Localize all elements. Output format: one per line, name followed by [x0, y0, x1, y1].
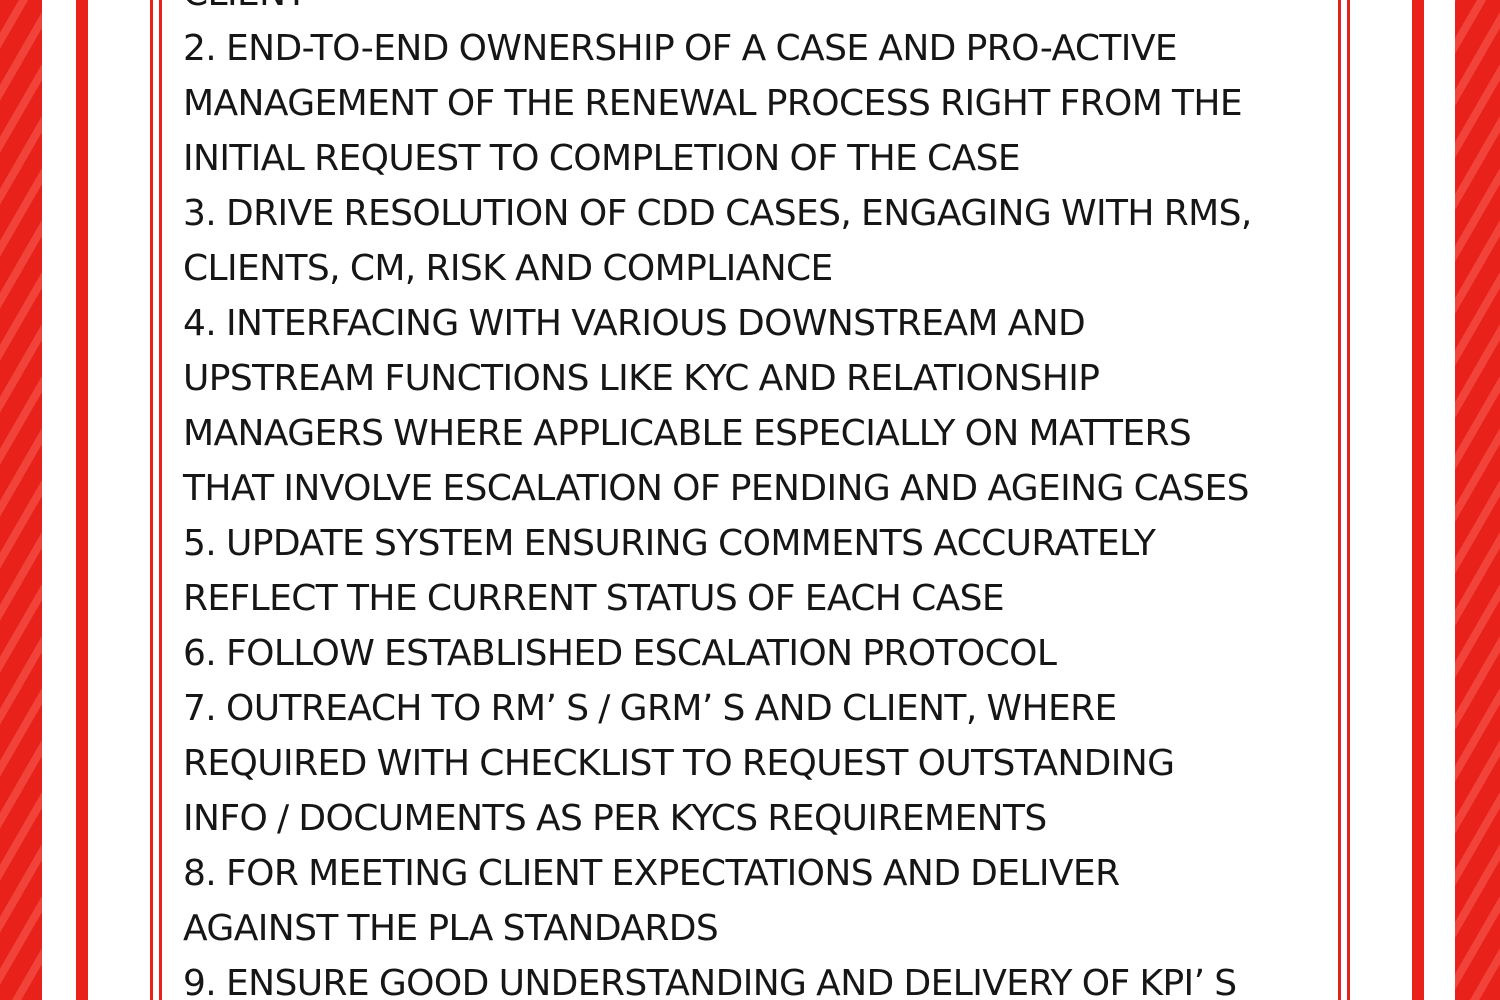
right-thin-border-line: [1338, 0, 1341, 1000]
left-thin-border-line: [159, 0, 162, 1000]
responsibilities-list: CLIENT 2. END-TO-END OWNERSHIP OF A CASE…: [183, 0, 1333, 1000]
text-line: CLIENT: [183, 0, 1333, 21]
text-line: REQUIRED WITH CHECKLIST TO REQUEST OUTST…: [183, 743, 1175, 784]
left-thick-border-line: [76, 0, 88, 1000]
text-line: REFLECT THE CURRENT STATUS OF EACH CASE: [183, 578, 1005, 619]
right-thick-border-line: [1412, 0, 1424, 1000]
text-line: CLIENTS, CM, RISK AND COMPLIANCE: [183, 248, 833, 289]
left-striped-border: [0, 0, 42, 1000]
text-line: AGAINST THE PLA STANDARDS: [183, 908, 719, 949]
text-line: INFO / DOCUMENTS AS PER KYCS REQUIREMENT…: [183, 798, 1047, 839]
text-line: UPSTREAM FUNCTIONS LIKE KYC AND RELATION…: [183, 358, 1100, 399]
right-thin-border-line: [1347, 0, 1350, 1000]
text-line: INITIAL REQUEST TO COMPLETION OF THE CAS…: [183, 138, 1021, 179]
text-line: THAT INVOLVE ESCALATION OF PENDING AND A…: [183, 468, 1249, 509]
text-line: MANAGERS WHERE APPLICABLE ESPECIALLY ON …: [183, 413, 1192, 454]
text-line: 3. DRIVE RESOLUTION OF CDD CASES, ENGAGI…: [183, 193, 1252, 234]
document-page: CLIENT 2. END-TO-END OWNERSHIP OF A CASE…: [0, 0, 1500, 1000]
text-line: 6. FOLLOW ESTABLISHED ESCALATION PROTOCO…: [183, 633, 1057, 674]
text-line: 4. INTERFACING WITH VARIOUS DOWNSTREAM A…: [183, 303, 1086, 344]
text-line: 5. UPDATE SYSTEM ENSURING COMMENTS ACCUR…: [183, 523, 1156, 564]
right-striped-border: [1455, 0, 1500, 1000]
text-line: 9. ENSURE GOOD UNDERSTANDING AND DELIVER…: [183, 963, 1237, 1000]
text-line: MANAGEMENT OF THE RENEWAL PROCESS RIGHT …: [183, 83, 1243, 124]
text-line: 2. END-TO-END OWNERSHIP OF A CASE AND PR…: [183, 28, 1178, 69]
left-thin-border-line: [150, 0, 153, 1000]
text-line: 7. OUTREACH TO RM’ S / GRM’ S AND CLIENT…: [183, 688, 1117, 729]
text-line: 8. FOR MEETING CLIENT EXPECTATIONS AND D…: [183, 853, 1120, 894]
